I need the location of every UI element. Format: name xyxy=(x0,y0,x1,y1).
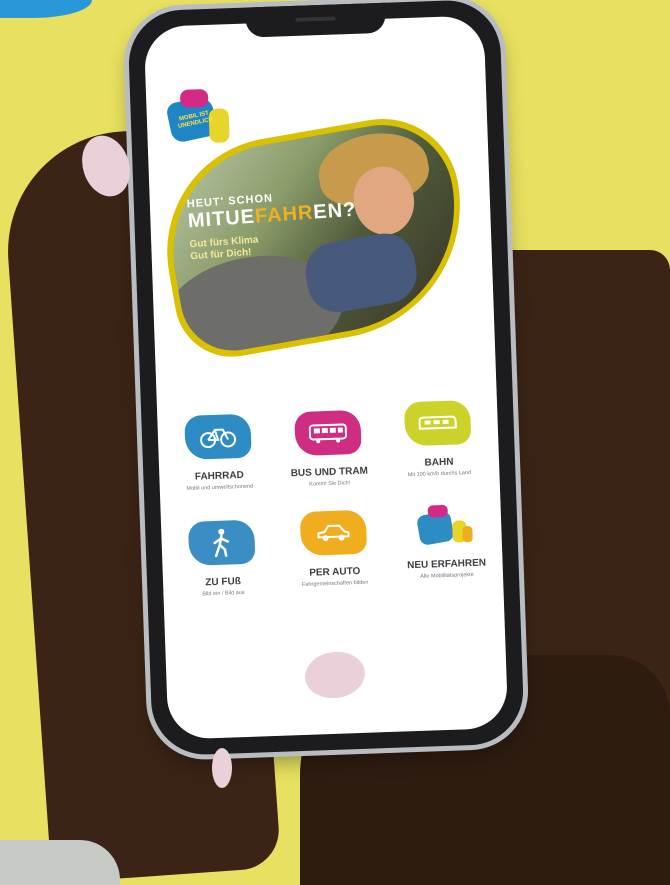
tile-bus-und-tram[interactable]: BUS UND TRAM Komm! Sie Dich! xyxy=(267,409,390,489)
tile-fahrrad-blob xyxy=(184,413,252,460)
tile-per-auto[interactable]: PER AUTO Fahrgemeinschaften bilden xyxy=(273,509,396,589)
hero-line2-accent: FAHR xyxy=(254,201,315,228)
tile-bahn-subtitle: Mit 100 km/h durchs Land xyxy=(407,469,472,479)
phone: MOBIL IST UNENDLICH HEUT' SCHON MITUEFAH… xyxy=(127,0,525,757)
tile-bahn-title: BAHN xyxy=(424,456,454,469)
train-icon xyxy=(418,415,457,430)
walking-person-icon xyxy=(213,528,229,558)
car-icon xyxy=(317,524,350,542)
tile-bus-title: BUS UND TRAM xyxy=(290,465,369,480)
tile-neu-erfahren[interactable]: NEU ERFAHREN Alle Mobilitätsprojekte xyxy=(384,501,507,581)
tile-bahn-blob xyxy=(403,399,472,447)
mobility-grid: FAHRRAD Mobil und umweltschonend BUS UND… xyxy=(157,399,497,597)
hero-title: HEUT' SCHON MITUEFAHREN? Gut fürs Klima … xyxy=(186,187,359,264)
app-logo[interactable]: MOBIL IST UNENDLICH xyxy=(165,88,230,148)
tile-zu-fuss-subtitle: Bild ein / Bild aus xyxy=(202,589,245,598)
phone-notch xyxy=(245,2,387,38)
tile-auto-blob xyxy=(299,509,368,556)
corner-banner xyxy=(0,0,92,18)
hero-photo: HEUT' SCHON MITUEFAHREN? Gut fürs Klima … xyxy=(156,113,475,359)
logo-collage-icon xyxy=(417,505,473,545)
tile-fahrrad[interactable]: FAHRRAD Mobil und umweltschonend xyxy=(157,413,280,493)
tile-neu-subtitle: Alle Mobilitätsprojekte xyxy=(420,571,474,580)
tile-neu-title: NEU ERFAHREN xyxy=(406,557,487,572)
tile-bahn[interactable]: BAHN Mit 100 km/h durchs Land xyxy=(377,399,500,479)
bicycle-icon xyxy=(200,428,237,449)
app-screen: MOBIL IST UNENDLICH HEUT' SCHON MITUEFAH… xyxy=(143,15,509,740)
tile-zu-fuss-blob xyxy=(187,519,256,566)
tile-zu-fuss-title: ZU FUß xyxy=(205,576,242,589)
tile-fahrrad-subtitle: Mobil und umweltschonend xyxy=(186,483,254,492)
tile-bus-blob xyxy=(294,409,362,457)
hero-line2-post: EN? xyxy=(312,198,358,224)
tile-bus-subtitle: Komm! Sie Dich! xyxy=(309,480,351,488)
tile-auto-subtitle: Fahrgemeinschaften bilden xyxy=(301,579,369,588)
logo-pink-shape xyxy=(179,88,209,108)
tile-neu-blob xyxy=(411,502,478,548)
sleeve xyxy=(0,840,120,885)
tile-zu-fuss[interactable]: ZU FUß Bild ein / Bild aus xyxy=(161,519,284,599)
speaker xyxy=(295,16,336,22)
bus-icon xyxy=(308,423,348,444)
hero-line2-pre: MITUE xyxy=(187,205,256,233)
tile-auto-title: PER AUTO xyxy=(309,565,361,579)
tile-fahrrad-title: FAHRRAD xyxy=(194,469,244,483)
finger-nail xyxy=(212,748,232,788)
